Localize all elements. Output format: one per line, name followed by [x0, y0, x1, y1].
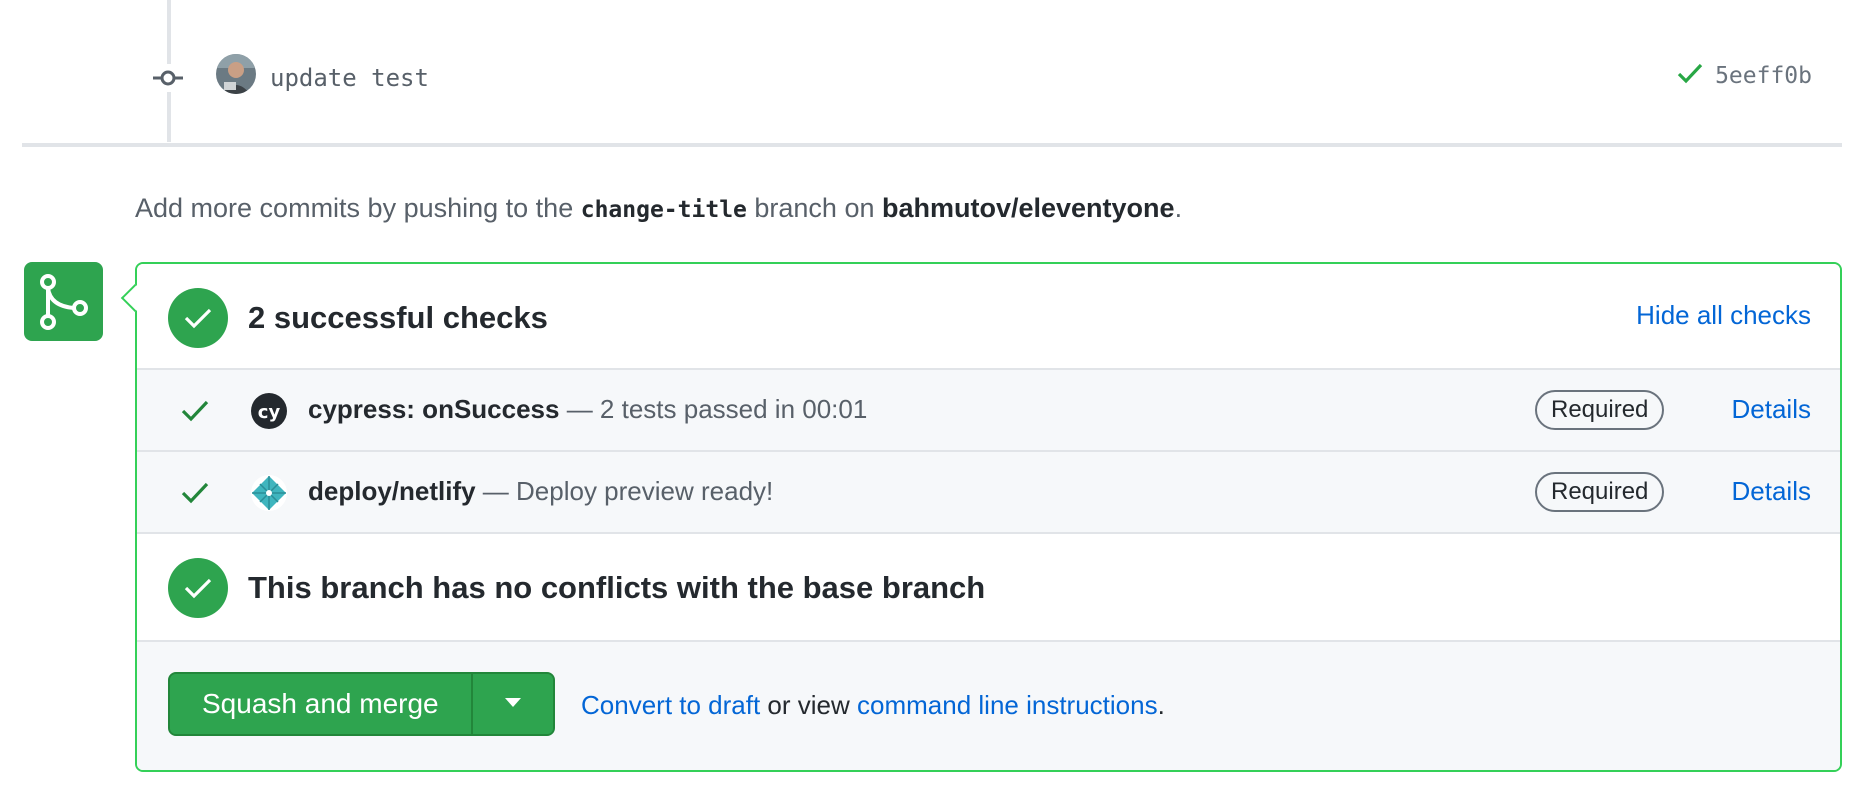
status-check-row: deploy/netlify — Deploy preview ready! R…	[137, 452, 1840, 534]
commit-sha[interactable]: 5eeff0b	[1715, 63, 1812, 89]
check-icon	[181, 398, 209, 427]
conflicts-title: This branch has no conflicts with the ba…	[248, 570, 986, 605]
status-check-row: cy cypress: onSuccess — 2 tests passed i…	[137, 370, 1840, 452]
success-check-icon	[168, 288, 228, 348]
check-context: cypress: onSuccess	[308, 394, 560, 424]
merge-method-dropdown[interactable]	[470, 674, 553, 734]
check-icon	[181, 480, 209, 509]
conflicts-section: This branch has no conflicts with the ba…	[137, 534, 1840, 642]
git-merge-icon	[24, 262, 103, 341]
merge-links: Convert to draft or view command line in…	[581, 690, 1165, 721]
squash-and-merge-button[interactable]: Squash and merge	[170, 674, 471, 734]
check-text: deploy/netlify — Deploy preview ready!	[308, 476, 773, 507]
commit-row: update test 5eeff0b	[150, 50, 1812, 106]
commit-status: 5eeff0b	[1677, 62, 1812, 89]
git-commit-icon	[150, 64, 186, 92]
required-badge: Required	[1535, 472, 1665, 512]
checks-title: 2 successful checks	[248, 300, 548, 335]
caret-down-icon	[504, 695, 521, 713]
merge-links-suffix: .	[1157, 690, 1165, 720]
merge-actions: Squash and merge Convert to draft or vie…	[137, 642, 1840, 770]
push-hint: Add more commits by pushing to the chang…	[135, 193, 1182, 224]
commit-message[interactable]: update test	[270, 64, 429, 92]
merge-box: 2 successful checks Hide all checks cy c…	[135, 262, 1842, 772]
branch-name: change-title	[580, 197, 747, 223]
checks-header: 2 successful checks Hide all checks	[137, 264, 1840, 370]
repo-name: bahmutov/eleventyone	[881, 193, 1175, 223]
hide-all-checks-link[interactable]: Hide all checks	[1636, 300, 1811, 331]
push-hint-prefix: Add more commits by pushing to the	[135, 193, 581, 223]
merge-button-group: Squash and merge	[168, 672, 555, 736]
avatar[interactable]	[216, 54, 256, 94]
check-context: deploy/netlify	[308, 476, 476, 506]
svg-text:cy: cy	[258, 402, 281, 423]
push-hint-suffix: .	[1174, 193, 1183, 223]
required-badge: Required	[1535, 390, 1665, 430]
merge-links-middle: or view	[760, 690, 858, 720]
details-link[interactable]: Details	[1732, 394, 1811, 425]
check-description: — 2 tests passed in 00:01	[559, 394, 868, 424]
success-check-icon	[168, 558, 228, 618]
details-link[interactable]: Details	[1732, 476, 1811, 507]
check-icon[interactable]	[1677, 62, 1703, 89]
check-description: — Deploy preview ready!	[475, 476, 774, 506]
push-hint-middle: branch on	[746, 193, 882, 223]
check-text: cypress: onSuccess — 2 tests passed in 0…	[308, 394, 867, 425]
cypress-logo-icon: cy	[250, 392, 288, 430]
netlify-logo-icon	[250, 474, 288, 512]
timeline-divider	[22, 143, 1842, 147]
convert-to-draft-link[interactable]: Convert to draft	[581, 690, 760, 720]
command-line-instructions-link[interactable]: command line instructions	[857, 690, 1158, 720]
